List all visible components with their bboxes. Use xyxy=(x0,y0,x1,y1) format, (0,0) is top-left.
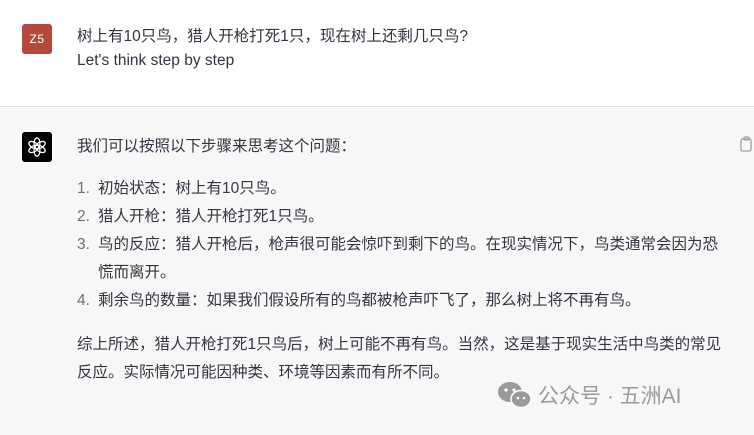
watermark: 公众号 · 五洲AI xyxy=(496,378,682,412)
openai-logo-icon xyxy=(22,132,52,162)
step-number: 4. xyxy=(77,292,90,309)
step-text: 初始状态：树上有10只鸟。 xyxy=(98,180,286,197)
user-message-text: 树上有10只鸟，猎人开枪打死1只，现在树上还剩几只鸟? Let's think … xyxy=(77,25,717,73)
user-message: Z5 树上有10只鸟，猎人开枪打死1只，现在树上还剩几只鸟? Let's thi… xyxy=(0,0,754,107)
list-item: 4. 剩余鸟的数量：如果我们假设所有的鸟都被枪声吓飞了，那么树上将不再有鸟。 xyxy=(77,287,727,315)
user-avatar: Z5 xyxy=(22,24,52,54)
user-question: 树上有10只鸟，猎人开枪打死1只，现在树上还剩几只鸟? xyxy=(77,28,468,45)
step-number: 1. xyxy=(77,180,90,197)
assistant-intro: 我们可以按照以下步骤来思考这个问题： xyxy=(77,138,357,155)
steps-list: 1. 初始状态：树上有10只鸟。 2. 猎人开枪：猎人开枪打死1只鸟。 3. 鸟… xyxy=(77,175,727,315)
user-prompt-suffix: Let's think step by step xyxy=(77,52,235,69)
wechat-icon xyxy=(498,382,532,409)
assistant-message-text: 我们可以按照以下步骤来思考这个问题： 1. 初始状态：树上有10只鸟。 2. 猎… xyxy=(77,133,727,387)
copy-icon[interactable] xyxy=(740,136,754,152)
step-text: 剩余鸟的数量：如果我们假设所有的鸟都被枪声吓飞了，那么树上将不再有鸟。 xyxy=(98,292,641,309)
step-number: 3. xyxy=(77,236,90,253)
user-avatar-initials: Z5 xyxy=(29,32,45,46)
list-item: 1. 初始状态：树上有10只鸟。 xyxy=(77,175,727,203)
step-number: 2. xyxy=(77,208,90,225)
list-item: 2. 猎人开枪：猎人开枪打死1只鸟。 xyxy=(77,203,727,231)
list-item: 3. 鸟的反应：猎人开枪后，枪声很可能会惊吓到剩下的鸟。在现实情况下，鸟类通常会… xyxy=(77,231,727,287)
step-text: 鸟的反应：猎人开枪后，枪声很可能会惊吓到剩下的鸟。在现实情况下，鸟类通常会因为恐… xyxy=(98,236,719,281)
step-text: 猎人开枪：猎人开枪打死1只鸟。 xyxy=(98,208,324,225)
watermark-text: 公众号 · 五洲AI xyxy=(538,385,682,408)
